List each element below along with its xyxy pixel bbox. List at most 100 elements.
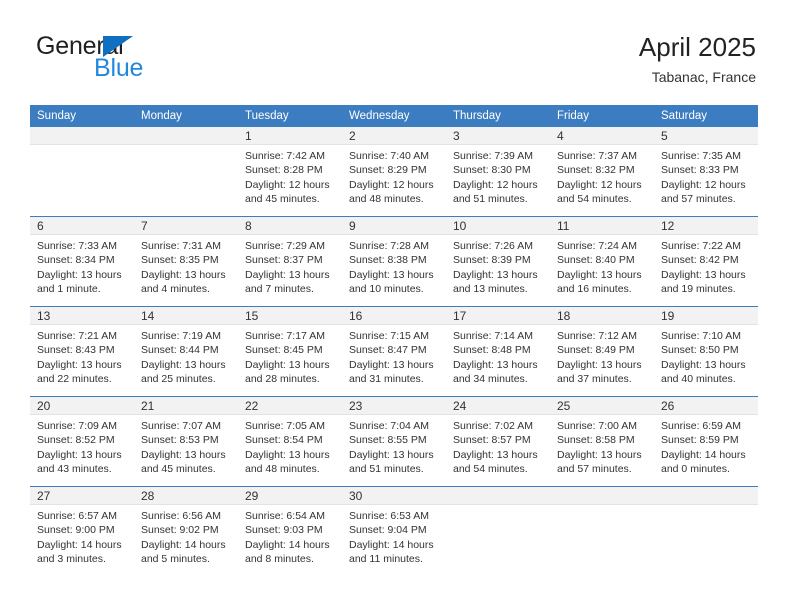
day-number: 20 [30, 397, 134, 415]
sunrise-text: Sunrise: 7:29 AM [245, 240, 325, 252]
weekday-header-sunday: Sunday [30, 105, 134, 127]
sunset-text: Sunset: 8:39 PM [453, 254, 531, 267]
sun-info: Sunrise: 7:15 AM Sunset: 8:47 PM Daylight:… [342, 325, 446, 386]
day-number: 19 [654, 307, 758, 325]
sunset-text: Sunset: 8:58 PM [557, 434, 635, 447]
day-cell[interactable]: 16 Sunrise: 7:15 AM Sunset: 8:47 PM Dayligh… [342, 306, 446, 397]
day-cell[interactable]: 28 Sunrise: 6:56 AM Sunset: 9:02 PM Dayligh… [134, 486, 238, 576]
sun-info: Sunrise: 7:12 AM Sunset: 8:49 PM Daylight:… [550, 325, 654, 386]
calendar-week-row: 6 Sunrise: 7:33 AM Sunset: 8:34 PM Daylight… [30, 216, 758, 307]
day-number: 13 [30, 307, 134, 325]
day-cell[interactable]: 12 Sunrise: 7:22 AM Sunset: 8:42 PM Dayligh… [654, 216, 758, 307]
day-cell[interactable]: 6 Sunrise: 7:33 AM Sunset: 8:34 PM Daylight… [30, 216, 134, 307]
sunrise-text: Sunrise: 6:53 AM [349, 510, 429, 522]
day-cell[interactable]: 2 Sunrise: 7:40 AM Sunset: 8:29 PM Daylight… [342, 127, 446, 217]
daylight-text-line1: Daylight: 14 hours [37, 538, 122, 551]
daylight-text-line2: and 31 minutes. [349, 372, 424, 385]
day-cell[interactable]: 22 Sunrise: 7:05 AM Sunset: 8:54 PM Dayligh… [238, 396, 342, 487]
sun-info: Sunrise: 7:28 AM Sunset: 8:38 PM Daylight:… [342, 235, 446, 296]
day-cell[interactable]: 11 Sunrise: 7:24 AM Sunset: 8:40 PM Dayligh… [550, 216, 654, 307]
sunset-text: Sunset: 8:50 PM [661, 344, 739, 357]
day-cell[interactable]: 14 Sunrise: 7:19 AM Sunset: 8:44 PM Dayligh… [134, 306, 238, 397]
daylight-text-line1: Daylight: 13 hours [661, 358, 746, 371]
sunset-text: Sunset: 8:35 PM [141, 254, 219, 267]
day-cell[interactable]: 21 Sunrise: 7:07 AM Sunset: 8:53 PM Dayligh… [134, 396, 238, 487]
sun-info: Sunrise: 7:09 AM Sunset: 8:52 PM Daylight:… [30, 415, 134, 476]
day-cell[interactable]: 10 Sunrise: 7:26 AM Sunset: 8:39 PM Dayligh… [446, 216, 550, 307]
daylight-text-line1: Daylight: 13 hours [245, 268, 330, 281]
sunrise-text: Sunrise: 7:09 AM [37, 420, 117, 432]
day-number: 16 [342, 307, 446, 325]
day-number: 17 [446, 307, 550, 325]
calendar-header-row: Sunday Monday Tuesday Wednesday Thursday Frid… [30, 105, 758, 127]
sun-info: Sunrise: 7:22 AM Sunset: 8:42 PM Daylight:… [654, 235, 758, 296]
sun-info: Sunrise: 7:42 AM Sunset: 8:28 PM Daylight:… [238, 145, 342, 206]
sunset-text: Sunset: 8:57 PM [453, 434, 531, 447]
daylight-text-line1: Daylight: 13 hours [349, 358, 434, 371]
sun-info: Sunrise: 6:53 AM Sunset: 9:04 PM Daylight:… [342, 505, 446, 566]
day-cell[interactable]: 4 Sunrise: 7:37 AM Sunset: 8:32 PM Daylight… [550, 127, 654, 217]
day-cell[interactable]: 23 Sunrise: 7:04 AM Sunset: 8:55 PM Dayligh… [342, 396, 446, 487]
sun-info: Sunrise: 7:04 AM Sunset: 8:55 PM Daylight:… [342, 415, 446, 476]
day-cell[interactable]: 27 Sunrise: 6:57 AM Sunset: 9:00 PM Dayligh… [30, 486, 134, 576]
sunset-text: Sunset: 9:00 PM [37, 524, 115, 537]
daylight-text-line2: and 54 minutes. [557, 192, 632, 205]
sunset-text: Sunset: 8:55 PM [349, 434, 427, 447]
daylight-text-line2: and 45 minutes. [245, 192, 320, 205]
weekday-header-saturday: Saturday [654, 105, 758, 127]
day-cell-empty [134, 127, 238, 217]
calendar-week-row: 27 Sunrise: 6:57 AM Sunset: 9:00 PM Dayligh… [30, 486, 758, 576]
day-cell[interactable]: 18 Sunrise: 7:12 AM Sunset: 8:49 PM Dayligh… [550, 306, 654, 397]
daylight-text-line2: and 4 minutes. [141, 282, 210, 295]
day-cell[interactable]: 3 Sunrise: 7:39 AM Sunset: 8:30 PM Daylight… [446, 127, 550, 217]
day-number [446, 487, 550, 505]
day-cell[interactable]: 20 Sunrise: 7:09 AM Sunset: 8:52 PM Dayligh… [30, 396, 134, 487]
day-cell[interactable]: 7 Sunrise: 7:31 AM Sunset: 8:35 PM Daylight… [134, 216, 238, 307]
day-cell[interactable]: 9 Sunrise: 7:28 AM Sunset: 8:38 PM Daylight… [342, 216, 446, 307]
day-number: 15 [238, 307, 342, 325]
day-number: 5 [654, 127, 758, 145]
sunrise-text: Sunrise: 7:02 AM [453, 420, 533, 432]
sunrise-text: Sunrise: 7:21 AM [37, 330, 117, 342]
daylight-text-line2: and 7 minutes. [245, 282, 314, 295]
day-number: 11 [550, 217, 654, 235]
general-blue-logo: General Blue [36, 32, 276, 88]
day-cell[interactable]: 1 Sunrise: 7:42 AM Sunset: 8:28 PM Daylight… [238, 127, 342, 217]
daylight-text-line2: and 43 minutes. [37, 462, 112, 475]
day-cell[interactable]: 8 Sunrise: 7:29 AM Sunset: 8:37 PM Daylight… [238, 216, 342, 307]
day-cell[interactable]: 15 Sunrise: 7:17 AM Sunset: 8:45 PM Dayligh… [238, 306, 342, 397]
sunset-text: Sunset: 8:30 PM [453, 164, 531, 177]
sunset-text: Sunset: 8:59 PM [661, 434, 739, 447]
sunrise-text: Sunrise: 7:00 AM [557, 420, 637, 432]
day-cell[interactable]: 5 Sunrise: 7:35 AM Sunset: 8:33 PM Daylight… [654, 127, 758, 217]
day-number: 6 [30, 217, 134, 235]
day-cell[interactable]: 19 Sunrise: 7:10 AM Sunset: 8:50 PM Dayligh… [654, 306, 758, 397]
day-number: 2 [342, 127, 446, 145]
calendar-week-row: 13 Sunrise: 7:21 AM Sunset: 8:43 PM Dayligh… [30, 306, 758, 397]
day-cell[interactable]: 30 Sunrise: 6:53 AM Sunset: 9:04 PM Dayligh… [342, 486, 446, 576]
day-cell[interactable]: 26 Sunrise: 6:59 AM Sunset: 8:59 PM Dayligh… [654, 396, 758, 487]
sunrise-text: Sunrise: 7:28 AM [349, 240, 429, 252]
sun-info: Sunrise: 6:59 AM Sunset: 8:59 PM Daylight:… [654, 415, 758, 476]
day-cell[interactable]: 25 Sunrise: 7:00 AM Sunset: 8:58 PM Dayligh… [550, 396, 654, 487]
sunrise-text: Sunrise: 6:57 AM [37, 510, 117, 522]
daylight-text-line2: and 10 minutes. [349, 282, 424, 295]
day-cell[interactable]: 17 Sunrise: 7:14 AM Sunset: 8:48 PM Dayligh… [446, 306, 550, 397]
day-number: 18 [550, 307, 654, 325]
daylight-text-line1: Daylight: 13 hours [37, 448, 122, 461]
day-cell-empty [550, 486, 654, 576]
daylight-text-line1: Daylight: 14 hours [661, 448, 746, 461]
sunset-text: Sunset: 8:34 PM [37, 254, 115, 267]
day-cell[interactable]: 13 Sunrise: 7:21 AM Sunset: 8:43 PM Dayligh… [30, 306, 134, 397]
daylight-text-line2: and 22 minutes. [37, 372, 112, 385]
daylight-text-line2: and 16 minutes. [557, 282, 632, 295]
daylight-text-line2: and 19 minutes. [661, 282, 736, 295]
day-cell[interactable]: 29 Sunrise: 6:54 AM Sunset: 9:03 PM Dayligh… [238, 486, 342, 576]
sunrise-text: Sunrise: 6:54 AM [245, 510, 325, 522]
sunrise-text: Sunrise: 7:24 AM [557, 240, 637, 252]
day-number: 25 [550, 397, 654, 415]
sun-info: Sunrise: 7:24 AM Sunset: 8:40 PM Daylight:… [550, 235, 654, 296]
day-cell[interactable]: 24 Sunrise: 7:02 AM Sunset: 8:57 PM Dayligh… [446, 396, 550, 487]
sunrise-text: Sunrise: 7:12 AM [557, 330, 637, 342]
day-number: 7 [134, 217, 238, 235]
